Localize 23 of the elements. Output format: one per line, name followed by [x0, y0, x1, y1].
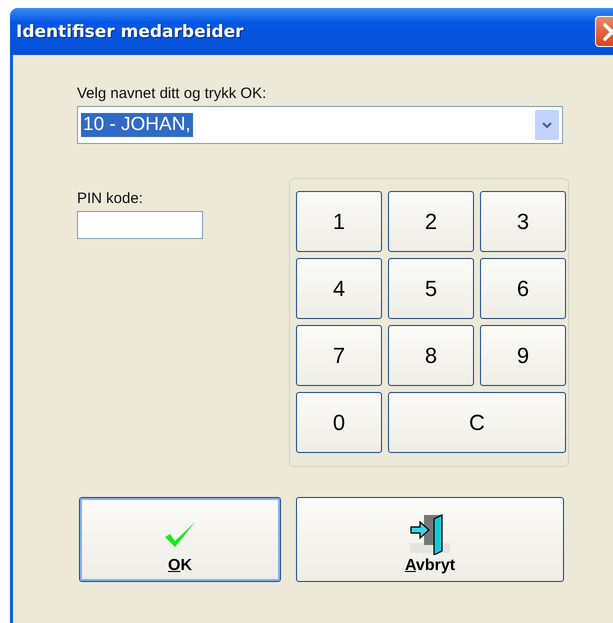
ok-button[interactable]: OK	[79, 497, 281, 582]
pin-label: PIN kode:	[77, 190, 144, 207]
dropdown-arrow-button[interactable]	[535, 110, 559, 140]
keypad-key[interactable]: 2	[388, 191, 474, 252]
dropdown-value: 10 - JOHAN,	[81, 113, 193, 137]
cancel-button[interactable]: Avbryt	[296, 497, 564, 582]
keypad-key[interactable]: 1	[296, 191, 382, 252]
window-title: Identifiser medarbeider	[16, 22, 244, 42]
door-exit-icon	[408, 511, 452, 555]
keypad-key[interactable]: 0	[296, 392, 382, 453]
keypad-key[interactable]: 7	[296, 325, 382, 386]
keypad-key[interactable]: 4	[296, 258, 382, 319]
keypad-key[interactable]: C	[388, 392, 566, 453]
name-dropdown[interactable]: 10 - JOHAN,	[77, 106, 563, 144]
name-label: Velg navnet ditt og trykk OK:	[77, 85, 268, 102]
keypad-key[interactable]: 5	[388, 258, 474, 319]
pin-input-field[interactable]	[77, 211, 203, 239]
checkmark-icon	[163, 521, 197, 549]
keypad-key[interactable]: 3	[480, 191, 566, 252]
keypad-key[interactable]: 8	[388, 325, 474, 386]
keypad-key[interactable]: 9	[480, 325, 566, 386]
chevron-down-icon	[542, 122, 552, 128]
keypad-key[interactable]: 6	[480, 258, 566, 319]
